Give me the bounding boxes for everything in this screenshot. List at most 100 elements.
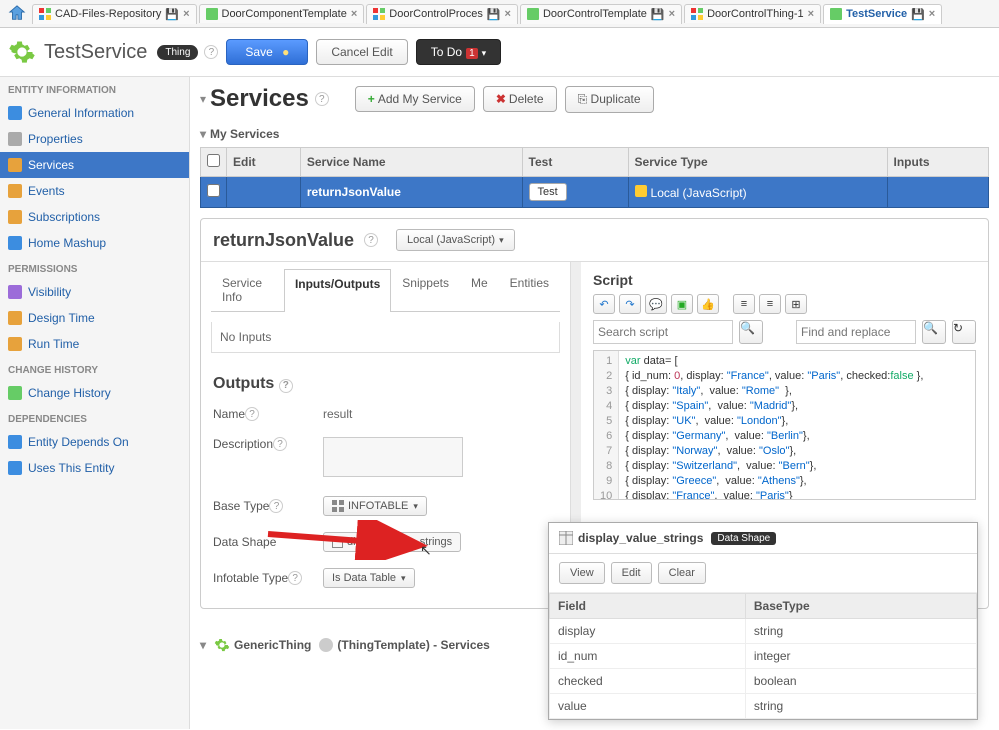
infotable-type-dropdown[interactable]: Is Data Table▾ — [323, 568, 415, 588]
visibility-icon — [8, 285, 22, 299]
replace-button[interactable]: ↻ — [952, 320, 976, 344]
delete-button[interactable]: ✖Delete — [483, 86, 557, 112]
script-title: Script — [593, 272, 976, 288]
save-icon[interactable]: 💾 — [651, 8, 665, 21]
save-icon[interactable]: 💾 — [165, 8, 179, 21]
duplicate-button[interactable]: ⎘ Duplicate — [565, 86, 654, 113]
sidebar-item-properties[interactable]: Properties — [0, 126, 189, 152]
select-all-header[interactable] — [201, 148, 227, 177]
datashape-popup: display_value_strings Data Shape View Ed… — [548, 522, 978, 720]
tab-entities[interactable]: Entities — [499, 268, 560, 311]
help-icon[interactable]: ? — [288, 571, 302, 585]
validate-button[interactable]: 👍 — [697, 294, 719, 314]
page-title: Services — [210, 85, 309, 113]
description-input[interactable] — [323, 437, 463, 477]
sidebar-item-run-time[interactable]: Run Time — [0, 331, 189, 357]
format-button[interactable]: ⊞ — [785, 294, 807, 314]
infotable-icon — [332, 500, 344, 512]
help-icon[interactable]: ? — [245, 407, 259, 421]
close-icon[interactable]: × — [351, 8, 357, 20]
row-select-checkbox[interactable] — [207, 184, 220, 197]
tab-door-component-template[interactable]: DoorComponentTemplate × — [199, 4, 365, 23]
output-name-value: result — [323, 407, 558, 421]
tab-service-info[interactable]: Service Info — [211, 268, 284, 311]
redo-button[interactable]: ↷ — [619, 294, 641, 314]
popup-edit-button[interactable]: Edit — [611, 562, 652, 584]
find-button[interactable]: 🔍 — [922, 320, 946, 344]
close-icon[interactable]: × — [505, 8, 511, 20]
save-button[interactable]: Save ● — [226, 39, 308, 65]
table-row[interactable]: id_numinteger — [550, 644, 977, 669]
search-button[interactable]: 🔍 — [739, 320, 763, 344]
cancel-edit-button[interactable]: Cancel Edit — [316, 39, 407, 65]
help-icon[interactable]: ? — [364, 233, 378, 247]
close-icon[interactable]: × — [669, 8, 675, 20]
sidebar-item-home-mashup[interactable]: Home Mashup — [0, 230, 189, 256]
indent-right-button[interactable]: ≡ — [759, 294, 781, 314]
basetype-label: Base Type — [213, 499, 269, 513]
header-toolbar: TestService Thing ? Save ● Cancel Edit T… — [0, 28, 999, 77]
tabs-bar: CAD-Files-Repository 💾 × DoorComponentTe… — [0, 0, 999, 28]
popup-clear-button[interactable]: Clear — [658, 562, 706, 584]
home-icon[interactable] — [6, 4, 28, 24]
basetype-dropdown[interactable]: INFOTABLE▾ — [323, 496, 427, 516]
tab-snippets[interactable]: Snippets — [391, 268, 460, 311]
todo-button[interactable]: To Do1▾ — [416, 39, 501, 65]
sidebar-item-change-history[interactable]: Change History — [0, 380, 189, 406]
collapse-icon[interactable]: ▾ — [200, 127, 206, 141]
table-row[interactable]: checkedboolean — [550, 669, 977, 694]
sidebar-item-services[interactable]: Services — [0, 152, 189, 178]
tab-cad-files[interactable]: CAD-Files-Repository 💾 × — [32, 4, 197, 24]
table-row[interactable]: valuestring — [550, 694, 977, 719]
datashape-icon — [559, 531, 573, 545]
sidebar-item-design-time[interactable]: Design Time — [0, 305, 189, 331]
datashape-label: Data Shape — [213, 535, 276, 549]
help-icon[interactable]: ? — [204, 45, 218, 59]
code-editor[interactable]: 1234567891011 var data= [{ id_num: 0, di… — [593, 350, 976, 500]
find-replace-input[interactable] — [796, 320, 916, 344]
add-my-service-button[interactable]: +Add My Service — [355, 86, 475, 112]
sidebar-item-events[interactable]: Events — [0, 178, 189, 204]
sidebar-item-uses-this-entity[interactable]: Uses This Entity — [0, 455, 189, 481]
outputs-title: Outputs ? — [201, 369, 570, 399]
col-edit: Edit — [227, 148, 301, 177]
tab-door-control-process[interactable]: DoorControlProces 💾 × — [366, 4, 518, 24]
tab-door-control-template[interactable]: DoorControlTemplate 💾 × — [520, 4, 682, 24]
test-button[interactable]: Test — [529, 183, 567, 201]
designtime-icon — [8, 311, 22, 325]
datashape-picker[interactable]: display_value_strings — [323, 532, 461, 552]
undo-button[interactable]: ↶ — [593, 294, 615, 314]
sidebar-item-visibility[interactable]: Visibility — [0, 279, 189, 305]
table-row[interactable]: displaystring — [550, 619, 977, 644]
tab-test-service[interactable]: TestService 💾 × — [823, 4, 942, 24]
comment-button[interactable]: 💬 — [645, 294, 667, 314]
search-script-input[interactable] — [593, 320, 733, 344]
tab-me[interactable]: Me — [460, 268, 499, 311]
sidebar-item-entity-depends[interactable]: Entity Depends On — [0, 429, 189, 455]
close-icon[interactable]: × — [929, 8, 935, 20]
help-icon[interactable]: ? — [279, 379, 293, 393]
tab-door-control-thing[interactable]: DoorControlThing-1 × — [684, 4, 821, 23]
close-icon[interactable]: × — [183, 8, 189, 20]
collapse-icon[interactable]: ▾ — [200, 92, 206, 106]
help-icon[interactable]: ? — [269, 499, 283, 513]
close-icon[interactable]: × — [808, 8, 814, 20]
handler-dropdown[interactable]: Local (JavaScript)▾ — [396, 229, 515, 251]
popup-view-button[interactable]: View — [559, 562, 605, 584]
tab-inputs-outputs[interactable]: Inputs/Outputs — [284, 269, 391, 312]
sidebar-item-subscriptions[interactable]: Subscriptions — [0, 204, 189, 230]
select-all-checkbox[interactable] — [207, 154, 220, 167]
save-icon[interactable]: 💾 — [487, 8, 501, 21]
help-icon[interactable]: ? — [273, 437, 287, 451]
sidebar-item-general-information[interactable]: General Information — [0, 100, 189, 126]
collapse-icon[interactable]: ▾ — [200, 638, 206, 652]
entity-icon — [691, 8, 703, 20]
help-icon[interactable]: ? — [315, 92, 329, 106]
save-icon[interactable]: 💾 — [911, 8, 925, 21]
datashape-icon — [332, 537, 343, 548]
runtime-icon — [8, 337, 22, 351]
table-row[interactable]: returnJsonValue Test Local (JavaScript) — [201, 177, 989, 208]
insert-button[interactable]: ▣ — [671, 294, 693, 314]
indent-left-button[interactable]: ≡ — [733, 294, 755, 314]
depends-icon — [8, 435, 22, 449]
